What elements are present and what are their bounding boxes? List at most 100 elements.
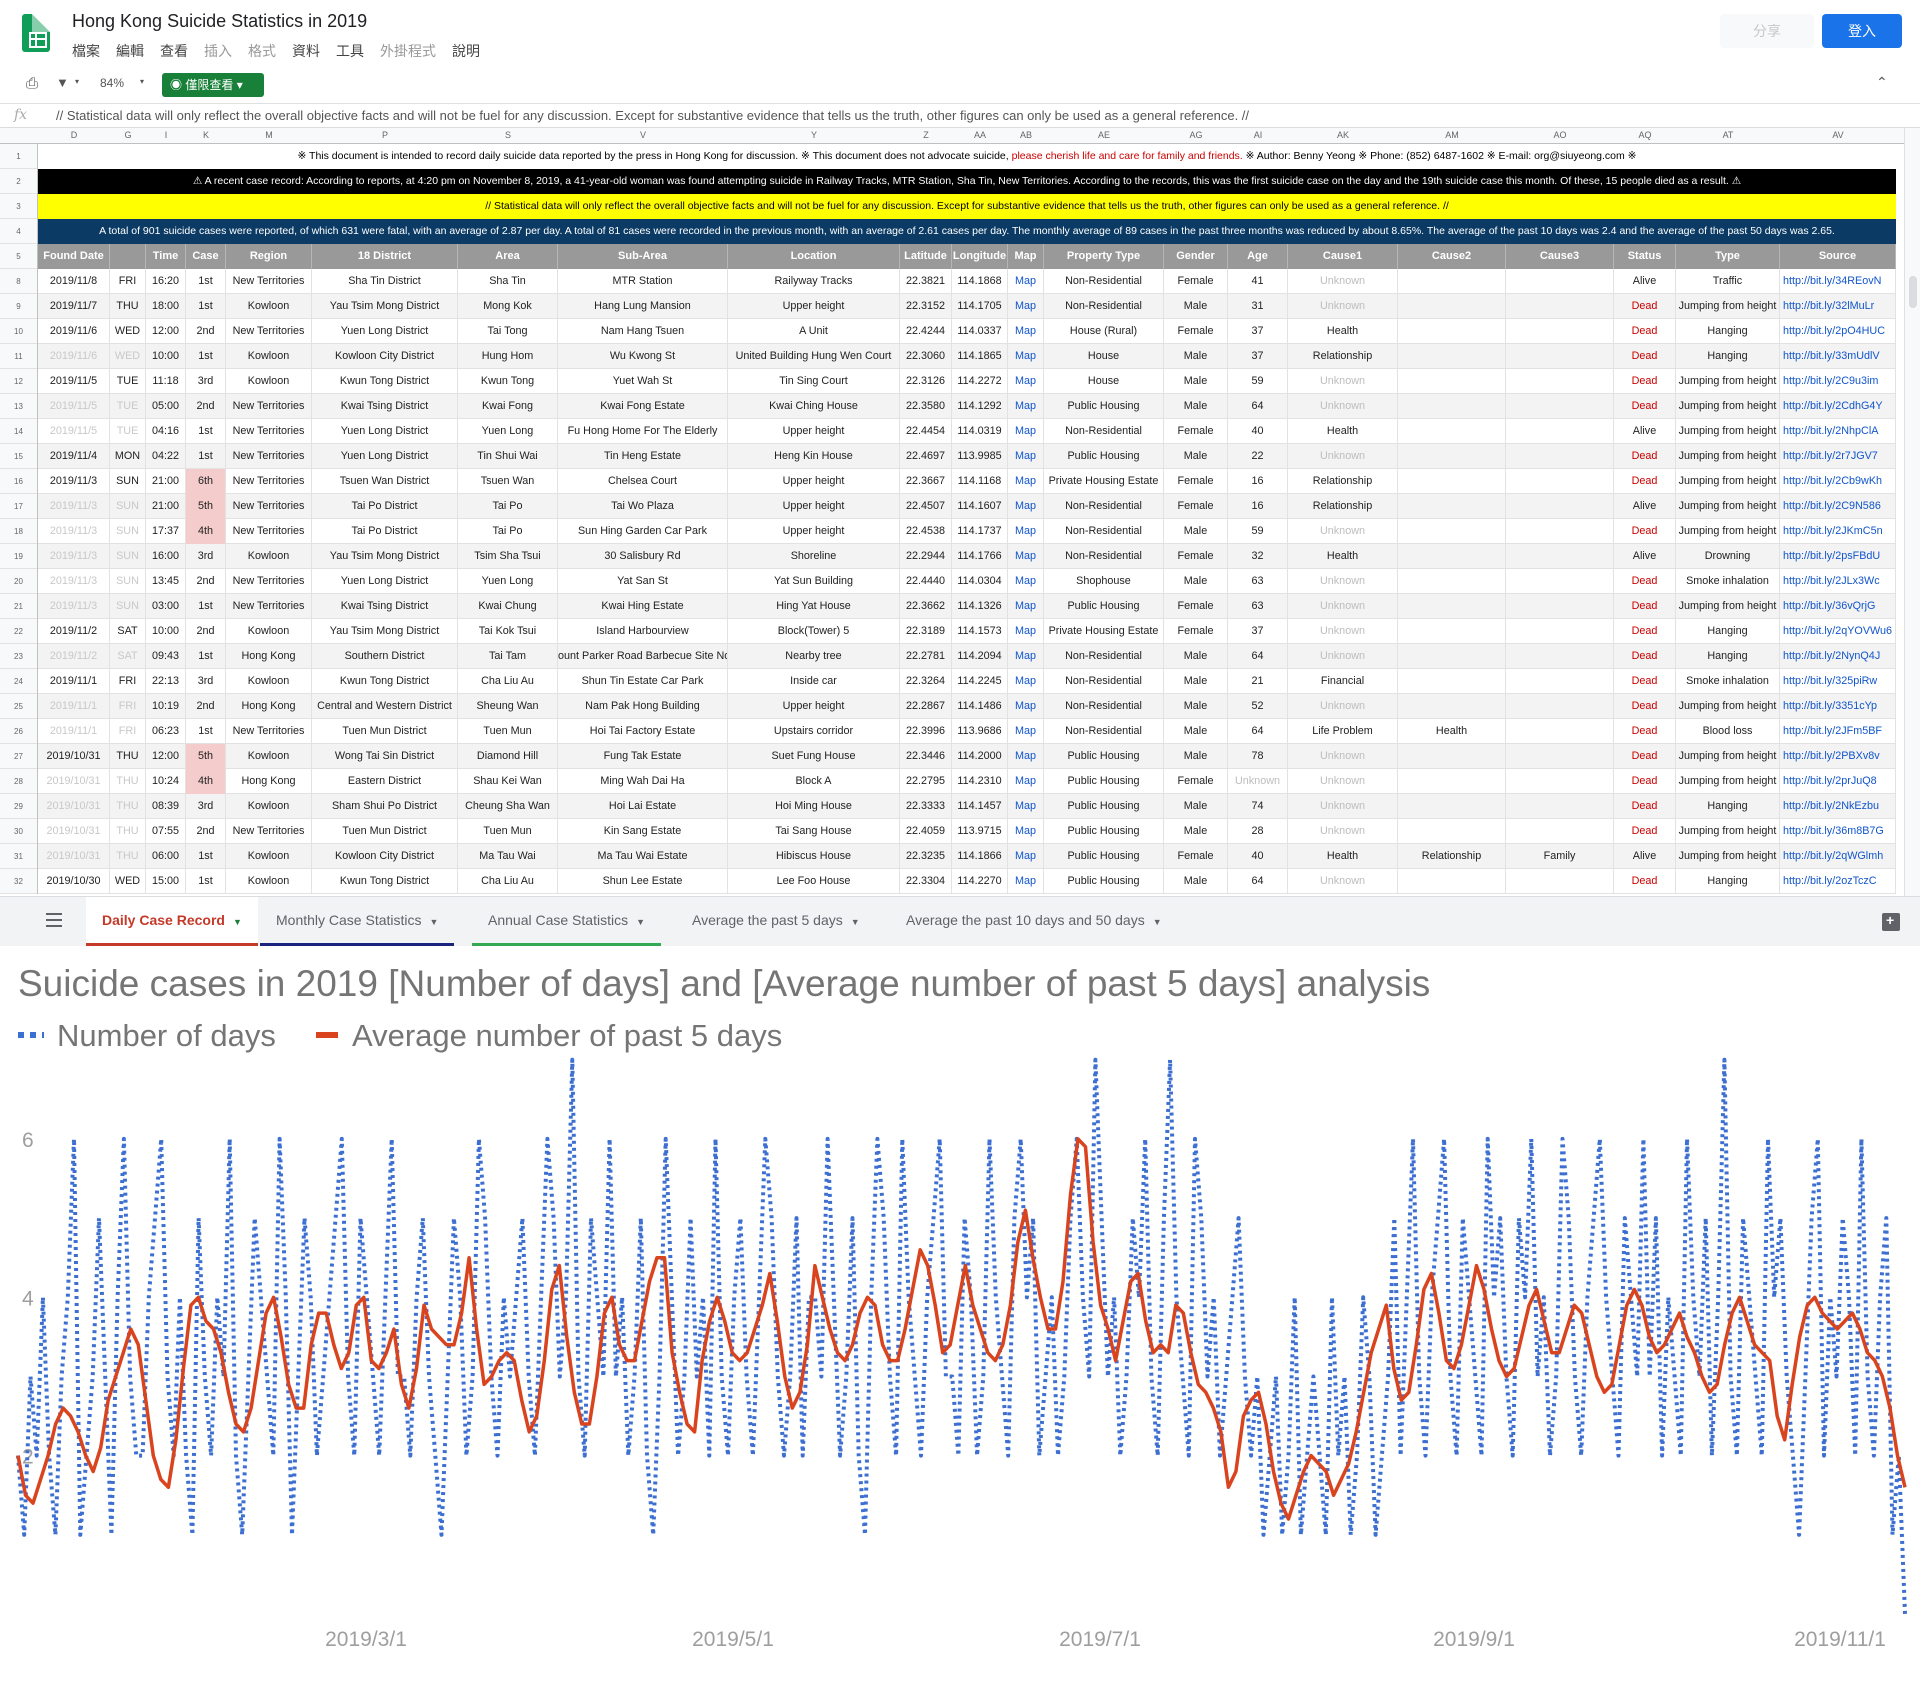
table-cell[interactable]: Hibiscus House: [728, 844, 900, 869]
table-cell[interactable]: 59: [1228, 519, 1288, 544]
row-number[interactable]: 32: [0, 869, 37, 894]
table-cell[interactable]: Nam Hang Tsuen: [558, 319, 728, 344]
table-cell[interactable]: New Territories: [226, 469, 312, 494]
table-cell[interactable]: http://bit.ly/2NkEzbu: [1780, 794, 1896, 819]
table-cell[interactable]: [1506, 294, 1614, 319]
table-cell[interactable]: Male: [1164, 369, 1228, 394]
column-header[interactable]: Sub-Area: [558, 244, 728, 269]
table-cell[interactable]: 09:43: [146, 644, 186, 669]
table-cell[interactable]: 1st: [186, 719, 226, 744]
table-cell[interactable]: Jumping from height: [1676, 744, 1780, 769]
table-cell[interactable]: Tai Po: [458, 494, 558, 519]
table-cell[interactable]: [1506, 569, 1614, 594]
column-header[interactable]: Status: [1614, 244, 1676, 269]
table-cell[interactable]: 07:55: [146, 819, 186, 844]
menu-help[interactable]: 說明: [452, 41, 480, 61]
table-cell[interactable]: Map: [1008, 794, 1044, 819]
table-cell[interactable]: Unknown: [1288, 694, 1398, 719]
table-cell[interactable]: 22.3126: [900, 369, 952, 394]
view-only-button[interactable]: ◉ 僅限查看 ▾: [162, 73, 264, 97]
table-row[interactable]: 2019/11/5 TUE 11:18 3rd Kowloon Kwun Tong Dis…: [38, 369, 1896, 394]
table-cell[interactable]: 22.4244: [900, 319, 952, 344]
table-cell[interactable]: Ma Tau Wai Estate: [558, 844, 728, 869]
table-row[interactable]: 2019/11/5 TUE 05:00 2nd New Territories Kwai …: [38, 394, 1896, 419]
table-cell[interactable]: Kwun Tong: [458, 369, 558, 394]
table-cell[interactable]: Female: [1164, 544, 1228, 569]
table-cell[interactable]: Public Housing: [1044, 844, 1164, 869]
table-cell[interactable]: SAT: [110, 619, 146, 644]
zoom-level[interactable]: 84%: [100, 76, 124, 90]
column-letter[interactable]: AQ: [1614, 130, 1676, 140]
table-cell[interactable]: Male: [1164, 344, 1228, 369]
table-cell[interactable]: Kowloon: [226, 344, 312, 369]
table-cell[interactable]: http://bit.ly/2NynQ4J: [1780, 644, 1896, 669]
column-header[interactable]: 18 District: [312, 244, 458, 269]
table-cell[interactable]: Upper height: [728, 519, 900, 544]
table-cell[interactable]: 04:16: [146, 419, 186, 444]
table-cell[interactable]: Kowloon: [226, 294, 312, 319]
menu-edit[interactable]: 編輯: [116, 41, 144, 61]
table-cell[interactable]: SUN: [110, 569, 146, 594]
table-cell[interactable]: Jumping from height: [1676, 369, 1780, 394]
table-cell[interactable]: Dead: [1614, 444, 1676, 469]
table-cell[interactable]: Relationship: [1288, 494, 1398, 519]
row-number[interactable]: 31: [0, 844, 37, 869]
table-cell[interactable]: Male: [1164, 394, 1228, 419]
tab-average-past-5-days[interactable]: Average the past 5 days ▼: [676, 897, 876, 947]
table-cell[interactable]: Hanging: [1676, 644, 1780, 669]
table-cell[interactable]: [1506, 519, 1614, 544]
table-row[interactable]: 2019/10/31 THU 10:24 4th Hong Kong Eastern Di…: [38, 769, 1896, 794]
table-cell[interactable]: Private Housing Estate: [1044, 619, 1164, 644]
table-cell[interactable]: [1506, 494, 1614, 519]
table-cell[interactable]: Jumping from height: [1676, 594, 1780, 619]
table-cell[interactable]: THU: [110, 794, 146, 819]
table-cell[interactable]: 2019/10/31: [38, 844, 110, 869]
table-cell[interactable]: Sheung Wan: [458, 694, 558, 719]
table-cell[interactable]: Male: [1164, 819, 1228, 844]
column-letter[interactable]: AA: [952, 130, 1008, 140]
table-cell[interactable]: 3rd: [186, 669, 226, 694]
table-row[interactable]: 2019/11/1 FRI 06:23 1st New Territories Tuen …: [38, 719, 1896, 744]
table-cell[interactable]: Tuen Mun: [458, 719, 558, 744]
table-cell[interactable]: Tai Kok Tsui: [458, 619, 558, 644]
table-cell[interactable]: 114.1486: [952, 694, 1008, 719]
table-cell[interactable]: Ming Wah Dai Ha: [558, 769, 728, 794]
table-cell[interactable]: http://bit.ly/2C9N586: [1780, 494, 1896, 519]
table-cell[interactable]: New Territories: [226, 419, 312, 444]
table-cell[interactable]: [1506, 669, 1614, 694]
table-cell[interactable]: Unknown: [1288, 269, 1398, 294]
table-cell[interactable]: Tai Po District: [312, 519, 458, 544]
table-cell[interactable]: 114.2245: [952, 669, 1008, 694]
table-cell[interactable]: Shoreline: [728, 544, 900, 569]
table-cell[interactable]: 114.1168: [952, 469, 1008, 494]
table-cell[interactable]: [1398, 694, 1506, 719]
table-cell[interactable]: THU: [110, 294, 146, 319]
table-cell[interactable]: Kowloon: [226, 794, 312, 819]
table-cell[interactable]: MON: [110, 444, 146, 469]
table-cell[interactable]: Cheung Sha Wan: [458, 794, 558, 819]
column-letter[interactable]: AE: [1044, 130, 1164, 140]
column-letter[interactable]: I: [146, 130, 186, 140]
table-cell[interactable]: http://bit.ly/2qYOVWu6: [1780, 619, 1896, 644]
table-cell[interactable]: 1st: [186, 294, 226, 319]
row-number[interactable]: 22: [0, 619, 37, 644]
table-cell[interactable]: Non-Residential: [1044, 419, 1164, 444]
table-cell[interactable]: [1398, 394, 1506, 419]
table-cell[interactable]: SUN: [110, 519, 146, 544]
table-cell[interactable]: [1506, 444, 1614, 469]
table-cell[interactable]: ount Parker Road Barbecue Site No: [558, 644, 728, 669]
row-number[interactable]: 15: [0, 444, 37, 469]
table-cell[interactable]: 22.4507: [900, 494, 952, 519]
table-cell[interactable]: Hoi Lai Estate: [558, 794, 728, 819]
table-cell[interactable]: 114.1292: [952, 394, 1008, 419]
table-cell[interactable]: Map: [1008, 644, 1044, 669]
table-cell[interactable]: Map: [1008, 819, 1044, 844]
table-cell[interactable]: 63: [1228, 594, 1288, 619]
table-cell[interactable]: Jumping from height: [1676, 444, 1780, 469]
table-cell[interactable]: Eastern District: [312, 769, 458, 794]
table-cell[interactable]: 06:00: [146, 844, 186, 869]
table-cell[interactable]: [1398, 769, 1506, 794]
table-cell[interactable]: Sha Tin: [458, 269, 558, 294]
table-cell[interactable]: Unknown: [1288, 744, 1398, 769]
table-cell[interactable]: Map: [1008, 719, 1044, 744]
